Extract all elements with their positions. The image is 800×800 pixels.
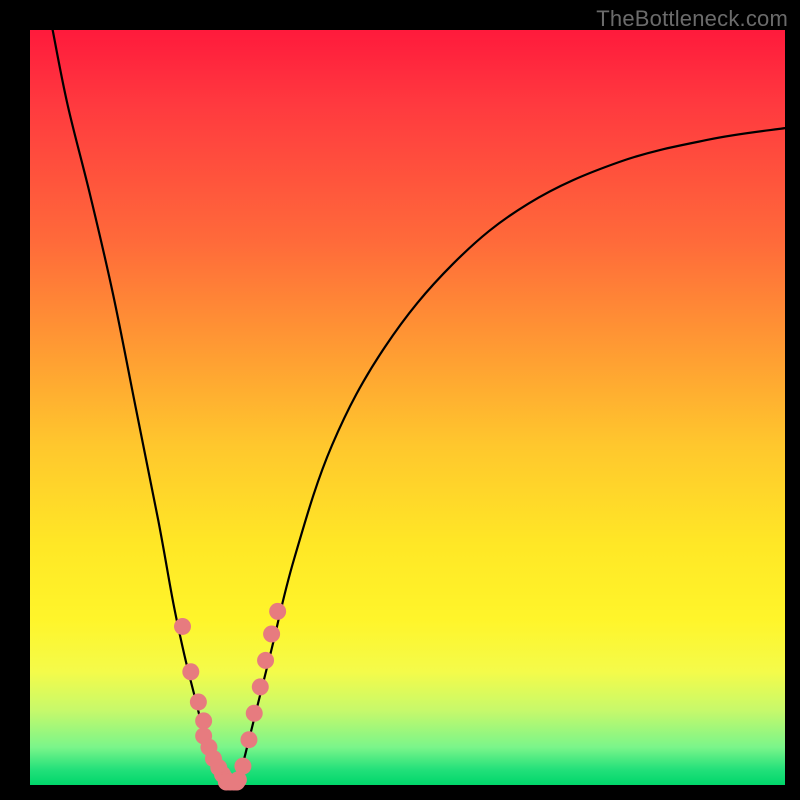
curve-left-arm bbox=[53, 30, 225, 782]
marker-valley-markers bbox=[228, 773, 245, 790]
marker-right-markers bbox=[269, 603, 286, 620]
marker-left-markers bbox=[195, 712, 212, 729]
marker-right-markers bbox=[246, 705, 263, 722]
marker-series-group bbox=[174, 603, 286, 791]
marker-right-markers bbox=[234, 758, 251, 775]
marker-left-markers bbox=[174, 618, 191, 635]
line-series-group bbox=[53, 30, 785, 782]
marker-right-markers bbox=[240, 731, 257, 748]
marker-right-markers bbox=[263, 626, 280, 643]
curve-right-arm bbox=[238, 128, 785, 782]
watermark-text: TheBottleneck.com bbox=[596, 6, 788, 32]
chart-frame: TheBottleneck.com bbox=[0, 0, 800, 800]
marker-right-markers bbox=[257, 652, 274, 669]
marker-left-markers bbox=[190, 693, 207, 710]
curve-layer bbox=[30, 30, 785, 785]
plot-area bbox=[30, 30, 785, 785]
marker-right-markers bbox=[252, 678, 269, 695]
marker-left-markers bbox=[182, 663, 199, 680]
